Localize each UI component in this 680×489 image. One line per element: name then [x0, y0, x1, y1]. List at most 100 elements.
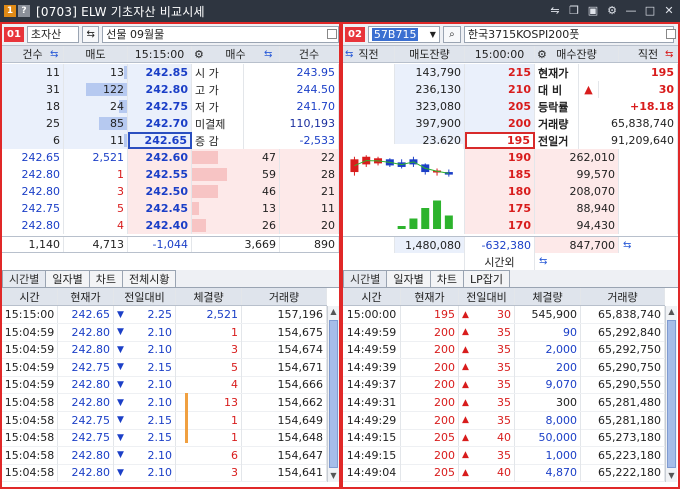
checkbox-icon[interactable]	[666, 29, 676, 39]
tick-change-value: 2.10	[147, 466, 173, 480]
header-ask: 매도	[64, 46, 128, 62]
tab-3[interactable]: LP잡기	[463, 270, 511, 287]
tab-0[interactable]: 시간별	[343, 270, 388, 287]
mini-candle-chart	[345, 144, 463, 229]
vertical-scrollbar[interactable]: ▲ ▼	[327, 306, 339, 482]
screenshot-icon[interactable]: ▣	[586, 3, 600, 17]
bid-row: 242.80 4 242.40 26 20	[2, 217, 339, 234]
blank	[343, 253, 465, 270]
swap-arrows-icon[interactable]: ⇆	[82, 26, 100, 43]
tick-qty: 3	[176, 464, 242, 482]
tick-price: 200	[401, 446, 459, 464]
tab-1[interactable]: 일자별	[45, 270, 90, 287]
gear-icon[interactable]: ⚙	[537, 48, 547, 61]
info-value: 30	[599, 81, 678, 98]
bid-qty: 26	[192, 217, 280, 234]
bid-volume-bar	[192, 151, 219, 164]
tab-2[interactable]: 차트	[429, 270, 464, 287]
close-icon[interactable]: ✕	[662, 3, 676, 17]
gear-icon[interactable]: ⚙	[194, 48, 204, 61]
tick-change: ▲ 35	[459, 394, 515, 411]
tab-2[interactable]: 차트	[88, 270, 123, 287]
tick-change: ▼ 2.15	[114, 411, 176, 429]
scroll-down-arrow-icon[interactable]: ▼	[328, 470, 339, 482]
swap-arrows-icon[interactable]: ⇆	[665, 49, 673, 60]
tick-qty: 9,070	[515, 376, 581, 394]
tick-qty: 4	[176, 376, 242, 394]
minimize-icon[interactable]: —	[624, 3, 638, 17]
ask-blank	[343, 98, 395, 115]
left-tabs: 시간별 일자별 차트 전체시황	[2, 270, 339, 288]
tick-volume: 65,290,550	[581, 376, 665, 394]
tick-row: 14:49:15 205 ▲ 40 50,000 65,273,180	[343, 429, 665, 448]
ask-count: 31	[2, 81, 64, 98]
info-value: 195	[579, 64, 678, 81]
ask-price: 242.85	[128, 64, 192, 81]
ask-row: 397,900 200 거래량 65,838,740	[343, 115, 678, 132]
underlying-asset-panel: 01 초자산 ⇆ 선물 09월물 건수 매도 15:15:00 매수 ⚙ 건수 ⇆ ⇆ 11 13…	[0, 22, 341, 489]
after-hours-label: 시간외	[465, 253, 535, 270]
volume-bar	[433, 200, 442, 229]
link-icon[interactable]: ⇋	[548, 3, 562, 17]
swap-arrows-icon[interactable]: ⇆	[345, 49, 353, 60]
tab-1[interactable]: 일자별	[386, 270, 431, 287]
tick-row: 15:04:59 242.80 ▼ 2.10 4 154,666	[2, 376, 327, 395]
header-price: 현재가	[401, 288, 459, 305]
down-triangle-icon: ▼	[117, 362, 124, 373]
up-triangle-icon: ▲	[462, 467, 469, 478]
tick-time: 15:04:59	[2, 341, 58, 359]
tab-0[interactable]: 시간별	[2, 270, 47, 287]
swap-arrows-icon[interactable]: ⇆	[539, 256, 547, 267]
bid-blank	[619, 166, 678, 183]
tick-time: 14:49:15	[343, 446, 401, 464]
up-triangle-icon: ▲	[462, 450, 469, 461]
tick-price: 200	[401, 394, 459, 411]
ask-remaining: 143,790	[395, 64, 465, 81]
tick-change-value: 30	[497, 308, 511, 321]
tick-time: 14:49:39	[343, 358, 401, 376]
tick-qty: 90	[515, 323, 581, 341]
swap-arrows-icon[interactable]: ⇆	[623, 240, 631, 251]
bid-row: 242.80 3 242.50 46 21	[2, 183, 339, 200]
code-input[interactable]: 57B715 ▼	[367, 26, 440, 43]
tick-qty: 1,000	[515, 446, 581, 464]
header-trade-qty: 체결량	[515, 288, 581, 305]
ask-volume-bar	[123, 66, 127, 79]
tick-qty: 1	[176, 323, 242, 341]
vertical-scrollbar[interactable]: ▲ ▼	[665, 306, 677, 482]
ask-price: 242.70	[128, 115, 192, 132]
settings-gear-icon[interactable]: ⚙	[605, 3, 619, 17]
info-label: 고 가	[192, 81, 244, 98]
header-volume: 거래량	[242, 288, 327, 305]
tick-change: ▲ 40	[459, 429, 515, 447]
tick-volume: 154,648	[242, 429, 327, 447]
scroll-up-arrow-icon[interactable]: ▲	[328, 306, 339, 318]
asset-type-label[interactable]: 초자산	[26, 26, 80, 43]
tick-price: 242.80	[58, 394, 114, 411]
bid-qty: 59	[192, 166, 280, 183]
product-select[interactable]: 선물 09월물	[102, 26, 339, 43]
window-number-icon[interactable]: 1	[4, 5, 16, 17]
tab-3[interactable]: 전체시황	[122, 270, 177, 287]
tick-change-value: 35	[497, 343, 511, 357]
tick-volume: 65,292,840	[581, 323, 665, 341]
bid-qty: 46	[192, 183, 280, 200]
ask-count: 6	[2, 132, 64, 149]
search-icon[interactable]: ⌕	[442, 26, 461, 43]
tick-row: 15:15:00 242.65 ▼ 2.25 2,521 157,196	[2, 306, 327, 324]
maximize-icon[interactable]: □	[643, 3, 657, 17]
tick-row: 15:04:58 242.80 ▼ 2.10 13 154,662	[2, 394, 327, 412]
scroll-down-arrow-icon[interactable]: ▼	[666, 470, 677, 482]
ask-remaining: 397,900	[395, 115, 465, 132]
tick-volume: 154,662	[242, 394, 327, 411]
checkbox-icon[interactable]	[327, 29, 337, 39]
tick-change-value: 2.15	[147, 360, 173, 374]
swap-arrows-icon[interactable]: ⇆	[50, 49, 58, 60]
bid-volume-bar	[192, 202, 199, 215]
scroll-up-arrow-icon[interactable]: ▲	[666, 306, 677, 318]
scroll-thumb[interactable]	[329, 320, 338, 468]
copy-window-icon[interactable]: ❐	[567, 3, 581, 17]
scroll-thumb[interactable]	[667, 320, 676, 468]
help-icon[interactable]: ?	[18, 5, 30, 17]
swap-arrows-icon[interactable]: ⇆	[264, 49, 272, 60]
